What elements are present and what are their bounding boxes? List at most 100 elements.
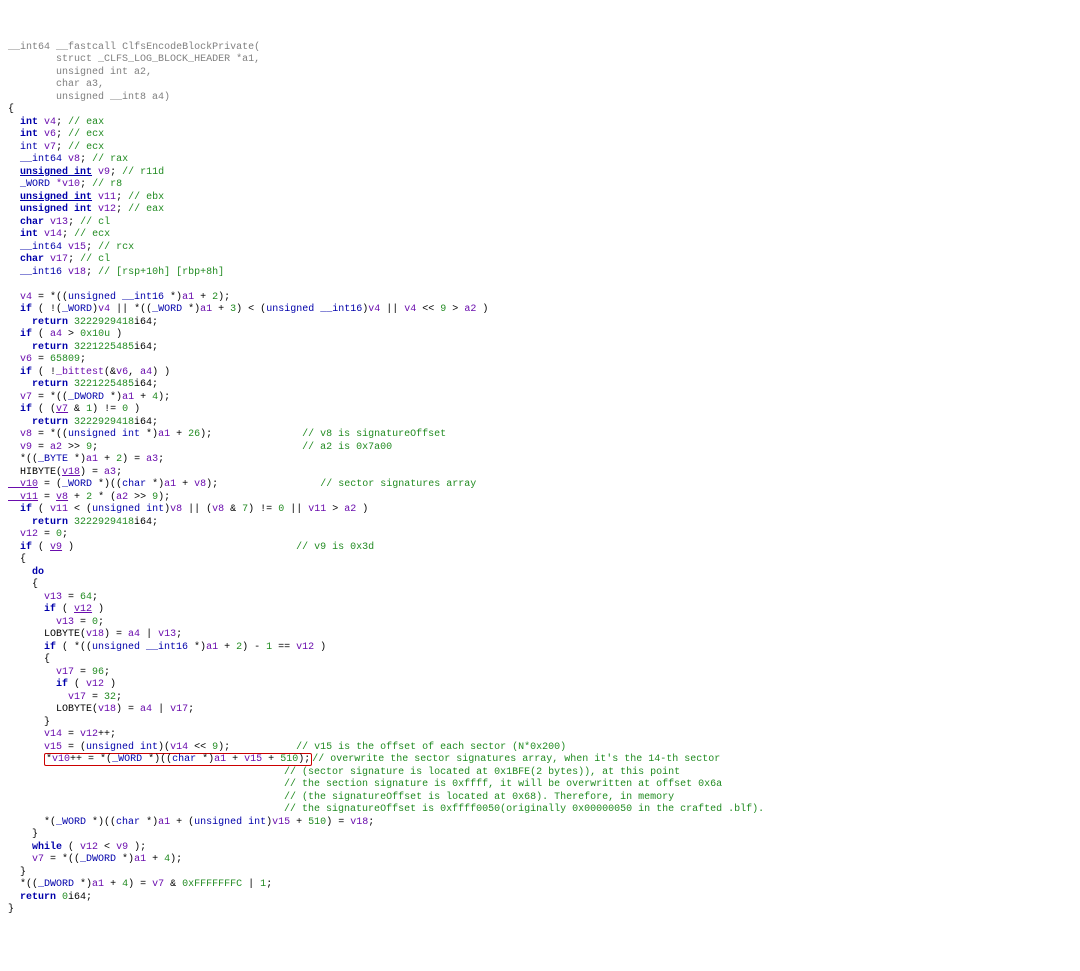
l12-h: ); — [200, 429, 212, 440]
l16-d: *)(( — [92, 479, 122, 490]
l29-j: == — [272, 642, 296, 653]
l17-b: = — [38, 492, 56, 503]
l2-g: _WORD — [152, 304, 182, 315]
l12-g: 26 — [188, 429, 200, 440]
l2-t: > — [446, 304, 464, 315]
decl-v7-c: // ecx — [68, 142, 104, 153]
l29-e: a1 — [206, 642, 218, 653]
l34-f: v17 — [170, 704, 188, 715]
l7-g: a4 — [140, 367, 152, 378]
l17-g: a2 — [116, 492, 128, 503]
l44-j: 0xFFFFFFFC — [182, 879, 242, 890]
l25-b: = — [62, 592, 80, 603]
header-ret: __int64 — [8, 42, 50, 53]
l41-a: while — [8, 842, 62, 853]
c5: // the signatureOffset is 0xffff0050(ori… — [284, 804, 764, 815]
decl-v18-n: v18 — [68, 267, 86, 278]
l25-a: v13 — [8, 592, 62, 603]
l2-u: a2 — [464, 304, 476, 315]
l13-c: a2 — [50, 442, 62, 453]
l2-l: ) < ( — [236, 304, 266, 315]
l34-d: a4 — [140, 704, 152, 715]
l29-f: + — [218, 642, 236, 653]
l12-b: = *(( — [32, 429, 68, 440]
decl-v11-n: v11 — [98, 192, 116, 203]
l39-d: char — [116, 817, 140, 828]
header-cc: __fastcall — [56, 42, 116, 53]
decl-v11-c: // ebx — [128, 192, 164, 203]
l13-a: v9 — [8, 442, 32, 453]
l29-h: ) - — [242, 642, 266, 653]
l17-d: + — [68, 492, 86, 503]
l44-g: ) = — [128, 879, 152, 890]
l10-h: ) — [128, 404, 140, 415]
l33-c: 32 — [104, 692, 116, 703]
l2-e: v4 — [98, 304, 110, 315]
c4: // (the signatureOffset is located at 0x… — [284, 792, 674, 803]
l21-a: if — [8, 542, 32, 553]
l8-a: return — [8, 379, 68, 390]
decompiled-code-block: __int64 __fastcall ClfsEncodeBlockPrivat… — [8, 42, 1072, 917]
header-p2-type: unsigned int — [56, 67, 128, 78]
l22-a: { — [8, 554, 26, 565]
l32-c: v12 — [86, 679, 104, 690]
l1-h: ); — [218, 292, 230, 303]
l39-o: ; — [368, 817, 374, 828]
hl-m: ); — [298, 754, 310, 765]
l9-a: v7 — [8, 392, 32, 403]
l39-j: v15 — [272, 817, 290, 828]
decl-v13-t: char — [20, 217, 44, 228]
l45-d: i64; — [68, 892, 92, 903]
decl-v14-t: int — [20, 229, 38, 240]
l5-d: i64; — [134, 342, 158, 353]
l33-d: ; — [116, 692, 122, 703]
l42-d: *) — [116, 854, 134, 865]
l43-a: } — [8, 867, 26, 878]
l39-b: _WORD — [56, 817, 86, 828]
l28-a: LOBYTE( — [8, 629, 86, 640]
l42-a: v7 — [8, 854, 44, 865]
l13-b: = — [32, 442, 50, 453]
l31-b: = — [74, 667, 92, 678]
l36-d: ++; — [98, 729, 116, 740]
l15-e: ; — [116, 467, 122, 478]
l34-e: | — [152, 704, 170, 715]
decl-v17-c: // cl — [80, 254, 110, 265]
l2-v: ) — [476, 304, 488, 315]
l42-b: = *(( — [44, 854, 80, 865]
l1-b: = *(( — [32, 292, 68, 303]
l9-h: ); — [158, 392, 170, 403]
l2-c: _WORD — [62, 304, 92, 315]
l17-a: v11 — [8, 492, 38, 503]
l19-c: 3222929418 — [74, 517, 134, 528]
l15-a: HIBYTE( — [8, 467, 62, 478]
l12-c1: // v8 is signatureOffset — [302, 429, 446, 440]
l18-l: ) != — [248, 504, 278, 515]
l44-m: ; — [266, 879, 272, 890]
l17-h: >> — [128, 492, 152, 503]
l44-a: *(( — [8, 879, 38, 890]
decl-v14-c: // ecx — [74, 229, 110, 240]
l32-a: if — [8, 679, 68, 690]
l8-c: 3221225485 — [74, 379, 134, 390]
l7-a: if — [8, 367, 32, 378]
l18-g: v8 — [170, 504, 182, 515]
l41-e: v9 — [116, 842, 128, 853]
l37-c: unsigned int — [86, 742, 158, 753]
c3: // the section signature is 0xffff, it w… — [284, 779, 722, 790]
decl-v10-t: _WORD — [20, 179, 50, 190]
l8-d: i64; — [134, 379, 158, 390]
l9-b: = *(( — [32, 392, 68, 403]
header-p4-name: a4) — [152, 92, 170, 103]
l16-j: ); — [206, 479, 218, 490]
l39-m: ) = — [326, 817, 350, 828]
l1-c: unsigned __int16 — [68, 292, 164, 303]
l2-i: a1 — [200, 304, 212, 315]
l36-a: v14 — [8, 729, 62, 740]
l36-c: v12 — [80, 729, 98, 740]
header-p1-name: *a1, — [236, 54, 260, 65]
l30-a: { — [8, 654, 50, 665]
l9-c: _DWORD — [68, 392, 104, 403]
l34-b: v18 — [98, 704, 116, 715]
decl-v9-c: // r11d — [122, 167, 164, 178]
